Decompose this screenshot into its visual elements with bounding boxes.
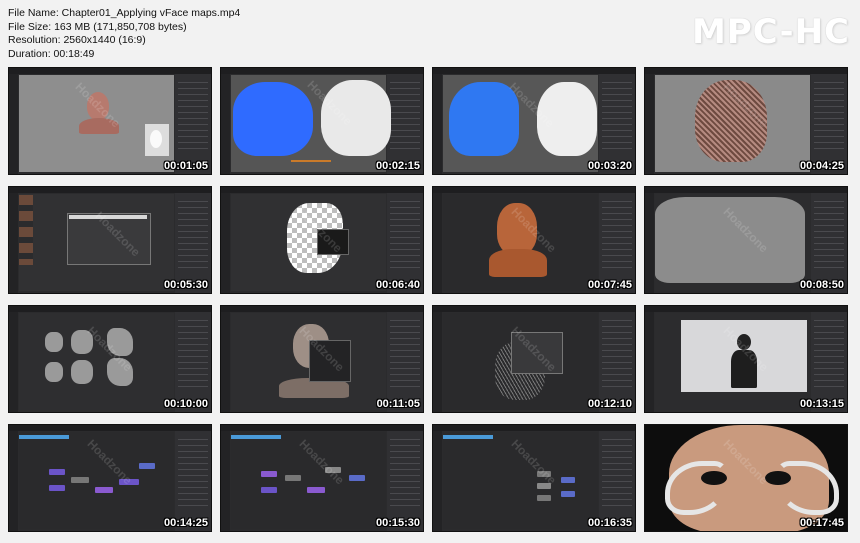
thumbnail-5[interactable]: Hoadzone 00:05:30 — [8, 186, 212, 294]
thumbnail-4[interactable]: Hoadzone 00:04:25 — [644, 67, 848, 175]
resolution-line: Resolution: 2560x1440 (16:9) — [8, 34, 146, 47]
thumbnail-11[interactable]: Hoadzone 00:12:10 — [432, 305, 636, 413]
timestamp: 00:16:35 — [587, 517, 632, 529]
thumbnail-1[interactable]: Hoadzone 00:01:05 — [8, 67, 212, 175]
timestamp: 00:04:25 — [799, 160, 844, 172]
thumbnail-6[interactable]: Hoadzone 00:06:40 — [220, 186, 424, 294]
thumbnail-15[interactable]: Hoadzone 00:16:35 — [432, 424, 636, 532]
thumbnail-13[interactable]: Hoadzone 00:14:25 — [8, 424, 212, 532]
thumbnail-7[interactable]: Hoadzone 00:07:45 — [432, 186, 636, 294]
duration-line: Duration: 00:18:49 — [8, 47, 95, 60]
timestamp: 00:08:50 — [799, 279, 844, 291]
timestamp: 00:12:10 — [587, 398, 632, 410]
thumbnail-8[interactable]: Hoadzone 00:08:50 — [644, 186, 848, 294]
timestamp: 00:05:30 — [163, 279, 208, 291]
thumbnail-9[interactable]: Hoadzone 00:10:00 — [8, 305, 212, 413]
timestamp: 00:01:05 — [163, 160, 208, 172]
timestamp: 00:06:40 — [375, 279, 420, 291]
timestamp: 00:13:15 — [799, 398, 844, 410]
thumbnail-3[interactable]: Hoadzone 00:03:20 — [432, 67, 636, 175]
thumbnail-16[interactable]: Hoadzone 00:17:45 — [644, 424, 848, 532]
thumbnail-14[interactable]: Hoadzone 00:15:30 — [220, 424, 424, 532]
mpc-hc-logo: MPC-HC — [691, 12, 850, 52]
file-info: File Name: Chapter01_Applying vFace maps… — [8, 7, 240, 61]
timestamp: 00:15:30 — [375, 517, 420, 529]
timestamp: 00:02:15 — [375, 160, 420, 172]
timestamp: 00:17:45 — [799, 517, 844, 529]
timestamp: 00:07:45 — [587, 279, 632, 291]
timestamp: 00:14:25 — [163, 517, 208, 529]
timestamp: 00:03:20 — [587, 160, 632, 172]
timestamp: 00:11:05 — [376, 398, 420, 410]
thumbnail-2[interactable]: Hoadzone 00:02:15 — [220, 67, 424, 175]
file-name-line: File Name: Chapter01_Applying vFace maps… — [8, 7, 241, 19]
file-size-line: File Size: 163 MB (171,850,708 bytes) — [8, 20, 187, 33]
thumbnail-12[interactable]: Hoadzone 00:13:15 — [644, 305, 848, 413]
thumbnail-10[interactable]: Hoadzone 00:11:05 — [220, 305, 424, 413]
timestamp: 00:10:00 — [163, 398, 208, 410]
